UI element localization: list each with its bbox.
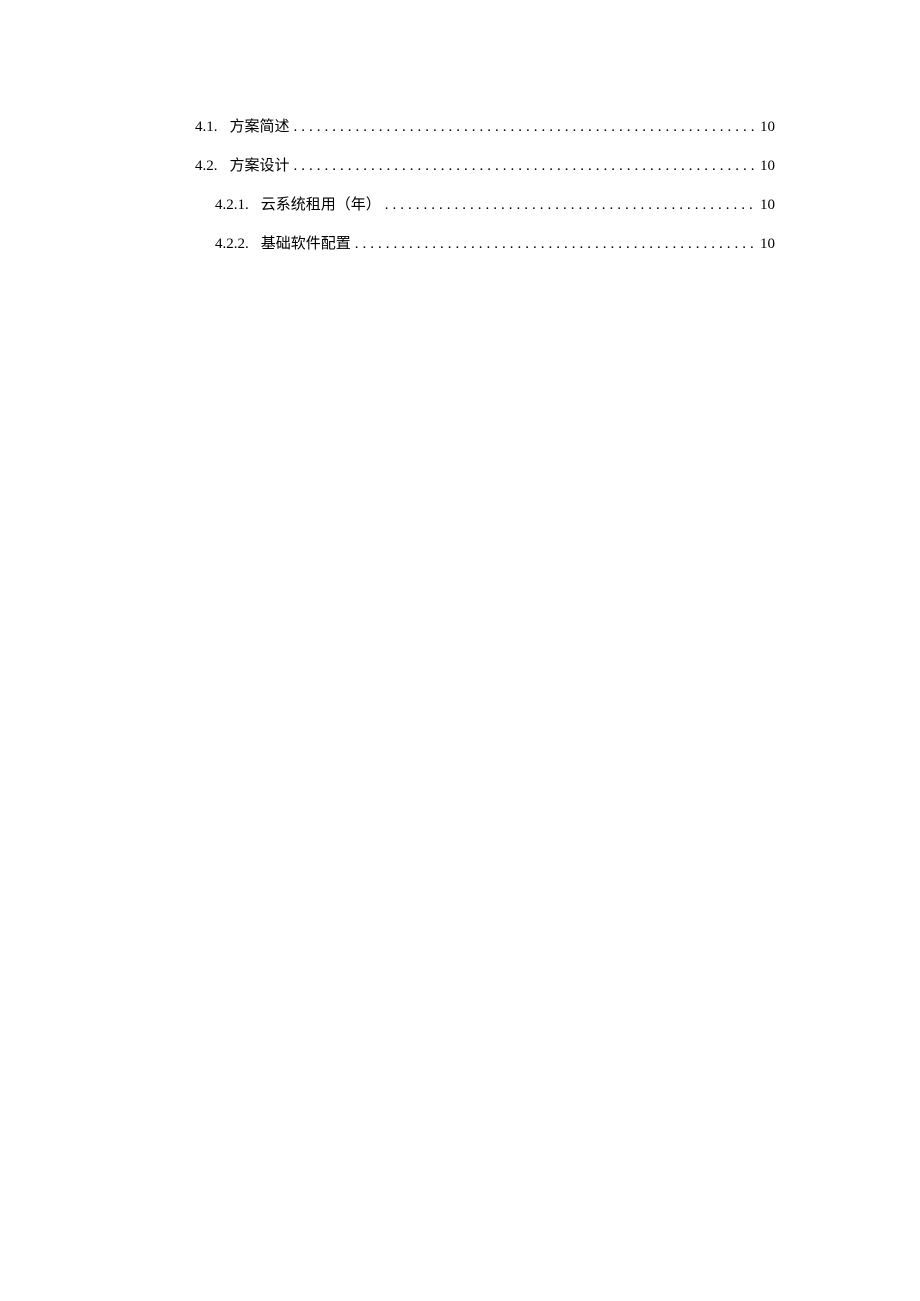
toc-entry[interactable]: 4.2.1. 云系统租用（年） 10	[155, 193, 775, 214]
toc-entry[interactable]: 4.2. 方案设计 10	[155, 154, 775, 175]
toc-page-number: 10	[760, 158, 775, 175]
toc-page-number: 10	[760, 236, 775, 253]
toc-leader-dots	[294, 158, 756, 175]
toc-number: 4.2.2.	[215, 236, 249, 253]
toc-entry[interactable]: 4.1. 方案简述 10	[155, 115, 775, 136]
toc-number: 4.2.1.	[215, 197, 249, 214]
toc-entry[interactable]: 4.2.2. 基础软件配置 10	[155, 232, 775, 253]
toc-title: 方案设计	[230, 154, 290, 175]
toc-title: 云系统租用（年）	[261, 193, 381, 214]
toc-leader-dots	[355, 236, 756, 253]
toc-title: 方案简述	[230, 115, 290, 136]
toc-number: 4.1.	[195, 119, 218, 136]
toc-leader-dots	[294, 119, 756, 136]
toc-number: 4.2.	[195, 158, 218, 175]
toc-leader-dots	[385, 197, 756, 214]
table-of-contents: 4.1. 方案简述 10 4.2. 方案设计 10 4.2.1. 云系统租用（年…	[155, 115, 775, 253]
toc-page-number: 10	[760, 119, 775, 136]
toc-page-number: 10	[760, 197, 775, 214]
toc-title: 基础软件配置	[261, 232, 351, 253]
document-page: 4.1. 方案简述 10 4.2. 方案设计 10 4.2.1. 云系统租用（年…	[0, 0, 920, 253]
